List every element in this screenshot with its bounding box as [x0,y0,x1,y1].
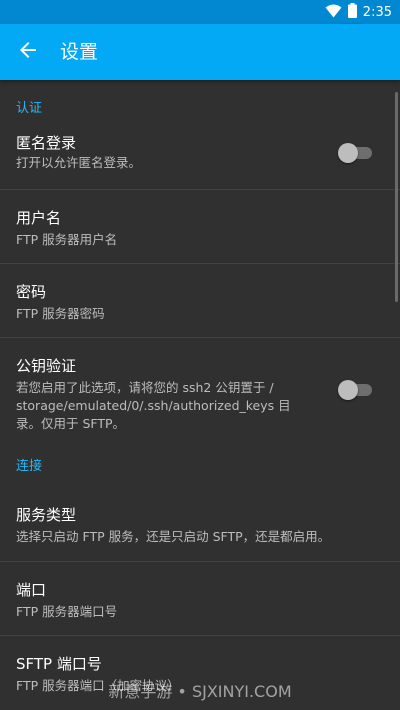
settings-list: 认证 匿名登录 打开以允许匿名登录。 用户名 FTP 服务器用户名 密码 FTP… [0,80,400,710]
pref-summary: FTP 服务器端口号 [16,604,118,619]
pref-summary: FTP 服务器密码 [16,306,105,321]
pref-password[interactable]: 密码 FTP 服务器密码 [0,264,400,338]
public-key-auth-toggle[interactable] [338,380,374,400]
pref-summary-line: storage/emulated/0/.ssh/authorized_keys … [16,398,291,413]
pref-anonymous-login[interactable]: 匿名登录 打开以允许匿名登录。 [0,130,400,190]
page-title: 设置 [60,41,99,63]
pref-title: SFTP 端口号 [16,655,102,673]
pref-summary-line: 若您启用了此选项，请将您的 ssh2 公钥置于 / [16,380,274,395]
pref-title: 公钥验证 [16,357,77,375]
pref-title: 服务类型 [16,506,77,524]
toggle-thumb [338,143,358,163]
pref-summary: 若您启用了此选项，请将您的 ssh2 公钥置于 / storage/emulat… [16,379,316,433]
pref-summary: FTP 服务器用户名 [16,232,118,247]
toggle-thumb [338,380,358,400]
battery-icon [347,2,357,22]
status-icons: 2:35 [325,0,392,24]
pref-title: 用户名 [16,209,62,227]
category-header-connection: 连接 [16,459,43,474]
category-header-auth: 认证 [16,101,43,116]
pref-service-type[interactable]: 服务类型 选择只启动 FTP 服务，还是只启动 SFTP，还是都启用。 [0,488,400,562]
pref-username[interactable]: 用户名 FTP 服务器用户名 [0,190,400,264]
pref-public-key-auth[interactable]: 公钥验证 若您启用了此选项，请将您的 ssh2 公钥置于 / storage/e… [0,338,400,438]
status-time: 2:35 [362,4,392,20]
app-bar: 设置 [0,24,400,80]
back-button[interactable] [8,32,48,72]
pref-title: 端口 [16,581,47,599]
watermark: 新意手游 • SJXINYI.COM [108,682,292,701]
pref-summary: 选择只启动 FTP 服务，还是只启动 SFTP，还是都启用。 [16,529,331,544]
pref-summary-line: 录。仅用于 SFTP。 [16,416,126,431]
status-bar: 2:35 [0,0,400,24]
pref-title: 密码 [16,283,47,301]
pref-port[interactable]: 端口 FTP 服务器端口号 [0,562,400,636]
scrollbar[interactable] [395,92,398,302]
anonymous-login-toggle[interactable] [338,143,374,163]
wifi-icon [325,3,342,22]
arrow-back-icon [19,41,37,63]
